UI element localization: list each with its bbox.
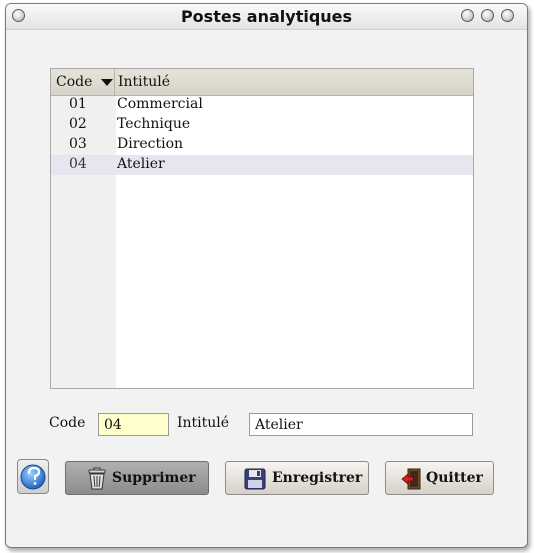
postes-table[interactable]: Code Intitulé 01 Commercial 02 Technique… xyxy=(50,68,474,389)
column-header-code[interactable]: Code xyxy=(51,69,115,95)
sort-descending-icon[interactable] xyxy=(101,79,113,86)
cell-code: 03 xyxy=(69,136,87,152)
minimize-button[interactable] xyxy=(461,9,474,22)
intitule-label: Intitulé xyxy=(177,415,230,431)
cell-intitule: Direction xyxy=(117,136,184,152)
trash-icon xyxy=(88,467,106,490)
intitule-field[interactable] xyxy=(249,413,473,436)
save-button-label: Enregistrer xyxy=(272,470,363,486)
maximize-button[interactable] xyxy=(481,9,494,22)
table-header: Code Intitulé xyxy=(51,69,473,96)
floppy-disk-icon xyxy=(244,468,266,490)
cell-code: 04 xyxy=(69,156,87,172)
title-bar[interactable]: Postes analytiques xyxy=(6,4,527,30)
code-label: Code xyxy=(49,415,86,431)
delete-button[interactable]: Supprimer xyxy=(65,461,209,495)
column-header-code-label: Code xyxy=(56,74,93,90)
close-button[interactable] xyxy=(501,9,514,22)
cell-code: 02 xyxy=(69,116,87,132)
delete-button-label: Supprimer xyxy=(112,470,196,486)
window: Postes analytiques Code Intitulé 01 Comm… xyxy=(5,3,528,548)
table-row-selected[interactable]: 04 Atelier xyxy=(51,155,473,175)
cell-intitule: Technique xyxy=(117,116,191,132)
code-field[interactable] xyxy=(98,413,169,436)
window-title: Postes analytiques xyxy=(180,7,353,26)
table-row[interactable]: 01 Commercial xyxy=(51,95,473,115)
cell-intitule: Commercial xyxy=(117,96,203,112)
cell-code: 01 xyxy=(69,96,87,112)
column-header-intitule[interactable]: Intitulé xyxy=(118,74,170,90)
quit-button[interactable]: Quitter xyxy=(385,461,494,495)
exit-door-icon xyxy=(401,468,421,490)
quit-button-label: Quitter xyxy=(426,470,483,486)
table-row[interactable]: 02 Technique xyxy=(51,115,473,135)
help-icon xyxy=(20,464,46,490)
save-button[interactable]: Enregistrer xyxy=(225,461,369,495)
help-button[interactable] xyxy=(17,459,49,494)
cell-intitule: Atelier xyxy=(117,156,165,172)
table-row[interactable]: 03 Direction xyxy=(51,135,473,155)
